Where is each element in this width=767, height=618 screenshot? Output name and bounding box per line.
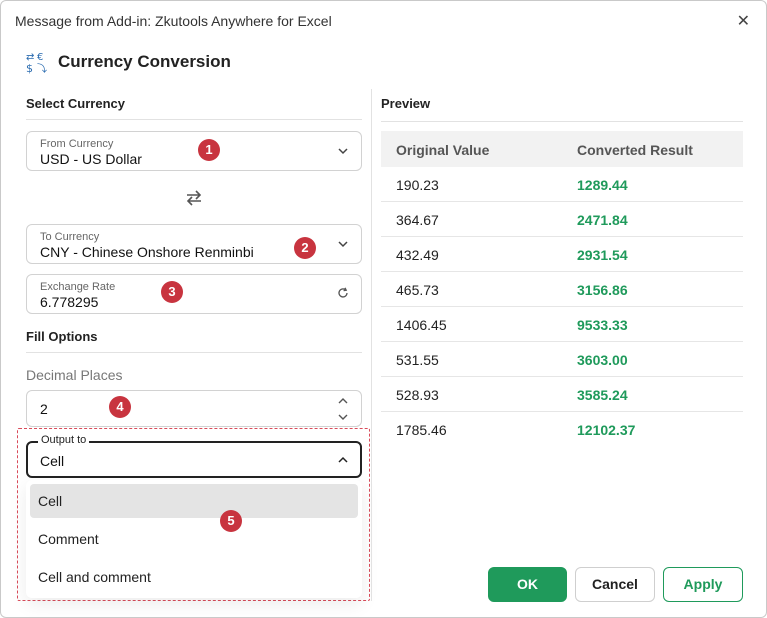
callout-badge: 3 [161,281,183,303]
original-value: 1785.46 [396,422,447,438]
dialog-header: ⇄ € $ ⤵ Currency Conversion [25,49,231,75]
table-row: 190.23 1289.44 [381,167,743,202]
svg-text:$: $ [26,62,33,74]
menu-item-comment[interactable]: Comment [30,522,358,556]
decimal-places-stepper[interactable]: 2 [26,390,362,427]
original-value: 190.23 [396,177,439,193]
to-currency-label: To Currency [40,231,100,243]
table-row: 432.49 2931.54 [381,237,743,272]
column-header-converted: Converted Result [577,142,693,158]
decimal-places-value: 2 [40,401,48,417]
from-currency-value: USD - US Dollar [40,151,142,167]
select-currency-heading: Select Currency [26,96,125,111]
divider [381,121,743,122]
from-currency-label: From Currency [40,138,114,150]
table-row: 528.93 3585.24 [381,377,743,412]
column-separator [371,89,372,601]
to-currency-value: CNY - Chinese Onshore Renminbi [40,244,254,260]
title-bar: Message from Add-in: Zkutools Anywhere f… [1,1,766,41]
preview-heading: Preview [381,96,431,111]
table-row: 364.67 2471.84 [381,202,743,237]
original-value: 528.93 [396,387,439,403]
column-header-original: Original Value [396,142,490,158]
original-value: 432.49 [396,247,439,263]
output-to-value: Cell [40,453,65,469]
converted-result: 3585.24 [577,387,628,403]
cancel-button[interactable]: Cancel [575,567,655,602]
chevron-down-icon [338,241,348,248]
menu-item-cell[interactable]: Cell [30,484,358,518]
ok-button[interactable]: OK [488,567,567,602]
currency-exchange-icon: ⇄ € $ ⤵ [26,52,47,74]
close-icon[interactable]: ✕ [737,11,750,31]
from-currency-select[interactable]: From Currency USD - US Dollar [26,131,362,171]
table-row: 531.55 3603.00 [381,342,743,377]
refresh-icon[interactable] [337,287,349,299]
table-row: 465.73 3156.86 [381,272,743,307]
original-value: 465.73 [396,282,439,298]
preview-table-header: Original Value Converted Result [381,131,743,167]
original-value: 1406.45 [396,317,447,333]
decimal-places-label: Decimal Places [26,367,123,383]
callout-badge: 2 [294,237,316,259]
fill-options-heading: Fill Options [26,329,98,344]
divider [26,352,362,353]
swap-arrows-icon[interactable] [185,189,203,207]
chevron-down-icon [338,148,348,155]
table-row: 1406.45 9533.33 [381,307,743,342]
converted-result: 3156.86 [577,282,628,298]
svg-text:€: € [37,52,43,63]
apply-button[interactable]: Apply [663,567,743,602]
converted-result: 3603.00 [577,352,628,368]
output-to-select[interactable]: Output to Cell [26,434,362,478]
exchange-rate-field[interactable]: Exchange Rate 6.778295 [26,274,362,314]
window-title: Message from Add-in: Zkutools Anywhere f… [15,13,332,29]
callout-badge: 1 [198,139,220,161]
original-value: 531.55 [396,352,439,368]
callout-badge: 5 [220,510,242,532]
dialog-title: Currency Conversion [58,52,231,71]
chevron-up-icon[interactable] [337,395,349,407]
chevron-down-icon[interactable] [337,411,349,423]
converted-result: 2931.54 [577,247,628,263]
exchange-rate-value: 6.778295 [40,294,99,310]
converted-result: 9533.33 [577,317,628,333]
svg-text:⤵: ⤵ [37,63,47,74]
converted-result: 12102.37 [577,422,636,438]
converted-result: 2471.84 [577,212,628,228]
divider [26,119,362,120]
callout-badge: 4 [109,396,131,418]
chevron-up-icon [338,456,348,463]
exchange-rate-label: Exchange Rate [40,281,116,293]
table-row: 1785.46 12102.37 [381,412,743,447]
original-value: 364.67 [396,212,439,228]
menu-item-cell-and-comment[interactable]: Cell and comment [30,560,358,594]
output-to-label: Output to [38,434,90,446]
converted-result: 1289.44 [577,177,628,193]
output-to-menu: Cell Comment Cell and comment [26,480,362,598]
dialog-window: Message from Add-in: Zkutools Anywhere f… [0,0,767,618]
